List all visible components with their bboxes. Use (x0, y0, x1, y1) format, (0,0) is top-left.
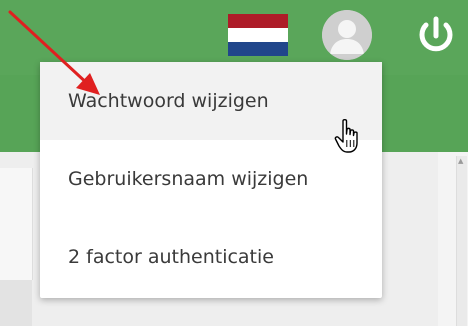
left-panel-lower (0, 280, 32, 326)
scroll-up-icon[interactable]: ▲ (458, 158, 463, 165)
hand-pointer-icon (334, 119, 358, 153)
left-panel (0, 168, 33, 280)
menu-item-change-password[interactable]: Wachtwoord wijzigen (40, 62, 382, 140)
menu-item-change-username[interactable]: Gebruikersnaam wijzigen (40, 140, 382, 218)
menu-item-two-factor-auth[interactable]: 2 factor authenticatie (40, 218, 382, 296)
menu-item-label: Wachtwoord wijzigen (68, 90, 269, 112)
page-scrollbar[interactable]: ▲ (456, 156, 467, 326)
menu-item-label: Gebruikersnaam wijzigen (68, 168, 309, 190)
user-avatar-icon[interactable] (322, 10, 372, 60)
menu-item-label: 2 factor authenticatie (68, 246, 274, 268)
netherlands-flag-icon[interactable] (228, 14, 288, 56)
power-icon[interactable] (414, 14, 458, 58)
user-dropdown-menu: Wachtwoord wijzigen Gebruikersnaam wijzi… (40, 62, 382, 298)
